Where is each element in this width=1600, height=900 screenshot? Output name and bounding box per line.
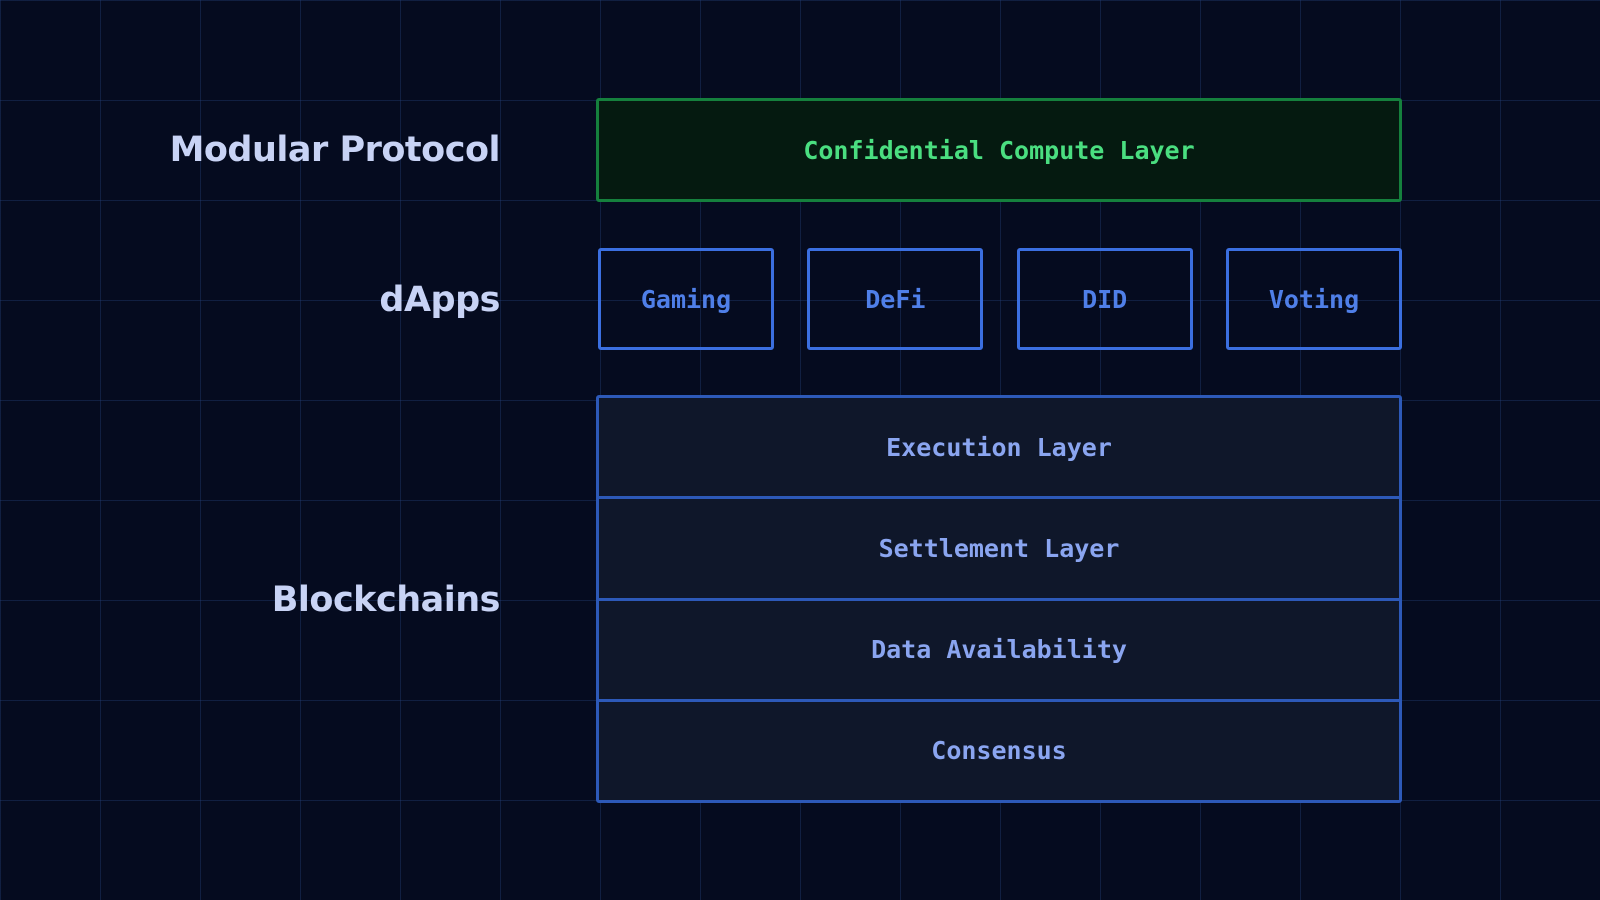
confidential-compute-layer-box: Confidential Compute Layer (596, 98, 1402, 202)
row-label-modular-protocol: Modular Protocol (169, 130, 501, 170)
dapps-row: Gaming DeFi DID Voting (598, 248, 1402, 350)
stack-layer-execution: Execution Layer (599, 398, 1399, 500)
blockchain-stack: Execution Layer Settlement Layer Data Av… (596, 395, 1402, 803)
dapp-label: Voting (1268, 284, 1360, 314)
row-label-dapps: dApps (379, 280, 500, 320)
row-label-blockchains: Blockchains (271, 580, 501, 620)
stack-layer-label: Consensus (931, 736, 1067, 766)
stack-layer-consensus: Consensus (599, 702, 1399, 800)
stack-layer-label: Data Availability (871, 635, 1127, 665)
dapp-label: Gaming (640, 284, 732, 314)
dapp-box-defi: DeFi (807, 248, 984, 350)
stack-layer-settlement: Settlement Layer (599, 499, 1399, 601)
stack-layer-label: Execution Layer (886, 432, 1112, 462)
confidential-compute-layer-label: Confidential Compute Layer (803, 135, 1195, 165)
dapp-box-did: DID (1016, 248, 1193, 350)
dapp-box-voting: Voting (1225, 248, 1402, 350)
stack-layer-label: Settlement Layer (878, 533, 1120, 563)
dapp-label: DID (1082, 284, 1128, 314)
dapp-label: DeFi (865, 284, 926, 314)
dapp-box-gaming: Gaming (598, 248, 774, 350)
stack-layer-data-availability: Data Availability (599, 601, 1399, 702)
